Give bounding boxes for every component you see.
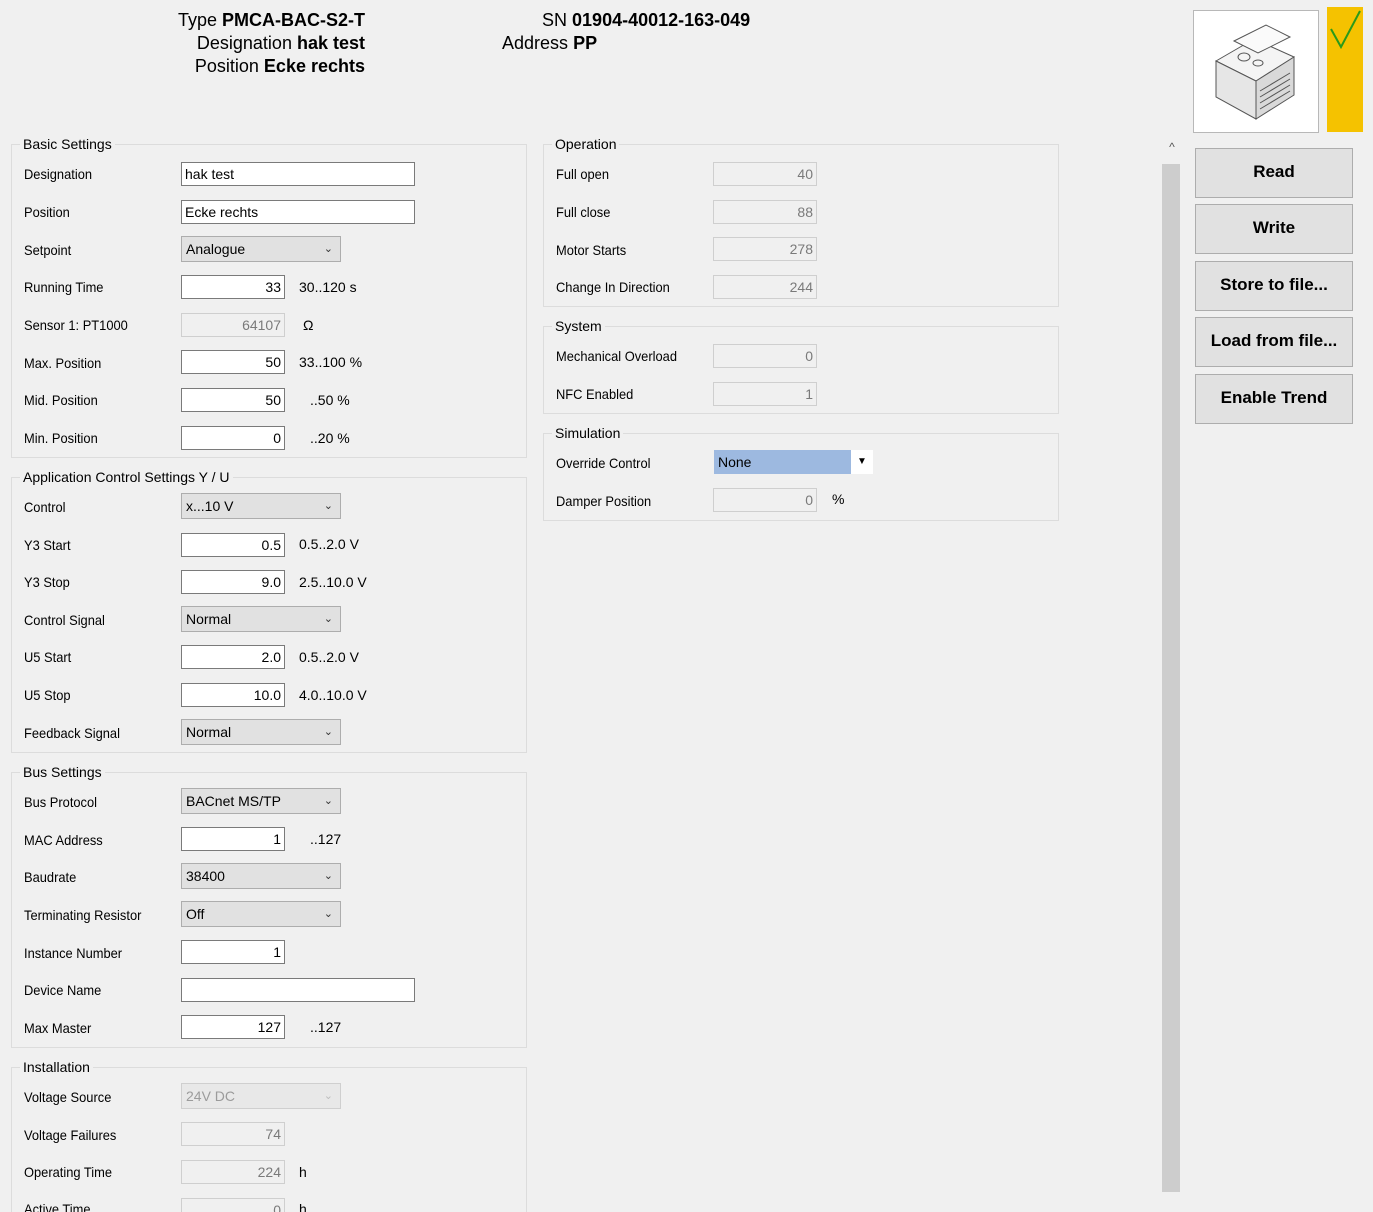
mid-position-input[interactable]: 50: [181, 388, 285, 412]
device-designation: hak test: [296, 33, 365, 53]
chevron-down-icon: ⌄: [323, 243, 333, 255]
chevron-down-icon: ⌄: [323, 870, 333, 882]
change-direction-value: 244: [713, 275, 817, 299]
bus-protocol-select[interactable]: BACnet MS/TP ⌄: [181, 788, 341, 814]
voltage-source-select: 24V DC ⌄: [181, 1083, 341, 1109]
active-time-value: 0: [181, 1198, 285, 1212]
u5-stop-input[interactable]: 10.0: [181, 683, 285, 707]
serial-number: 01904-40012-163-049: [572, 10, 751, 30]
mechanical-overload-value: 0: [713, 344, 817, 368]
operating-time-value: 224: [181, 1160, 285, 1184]
device-image: [1193, 10, 1319, 133]
chevron-down-icon: ⌄: [323, 500, 333, 512]
enable-trend-button[interactable]: Enable Trend: [1195, 374, 1353, 424]
override-control-select[interactable]: None: [714, 450, 851, 474]
position-input[interactable]: Ecke rechts: [181, 200, 415, 224]
designation-input[interactable]: hak test: [181, 162, 415, 186]
device-type: PMCA-BAC-S2-T: [222, 10, 365, 30]
nfc-enabled-value: 1: [713, 382, 817, 406]
chevron-down-icon: ⌄: [323, 613, 333, 625]
sensor-value: 64107: [181, 313, 285, 337]
max-position-input[interactable]: 50: [181, 350, 285, 374]
status-indicator: [1327, 7, 1363, 132]
terminating-resistor-select[interactable]: Off ⌄: [181, 901, 341, 927]
device-name-input[interactable]: [181, 978, 415, 1002]
scroll-up-icon[interactable]: ^: [1160, 138, 1184, 156]
load-from-file-button[interactable]: Load from file...: [1195, 317, 1353, 367]
chevron-down-icon: ⌄: [323, 908, 333, 920]
write-button[interactable]: Write: [1195, 204, 1353, 254]
scrollbar-thumb[interactable]: [1162, 164, 1180, 1192]
baudrate-select[interactable]: 38400 ⌄: [181, 863, 341, 889]
chevron-down-icon: ⌄: [323, 1090, 333, 1102]
motor-starts-value: 278: [713, 237, 817, 261]
store-to-file-button[interactable]: Store to file...: [1195, 261, 1353, 311]
chevron-down-icon: ⌄: [323, 795, 333, 807]
dropdown-arrow-icon[interactable]: ▼: [851, 450, 873, 474]
chevron-down-icon: ⌄: [323, 726, 333, 738]
device-header-right: SN 01904-40012-163-049 Address PP: [502, 10, 751, 53]
device-address: PP: [573, 33, 598, 53]
setpoint-select[interactable]: Analogue ⌄: [181, 236, 341, 262]
instance-number-input[interactable]: 1: [181, 940, 285, 964]
u5-start-input[interactable]: 2.0: [181, 645, 285, 669]
control-select[interactable]: x...10 V ⌄: [181, 493, 341, 519]
voltage-failures-value: 74: [181, 1122, 285, 1146]
device-header: Type PMCA-BAC-S2-T Designation hak test …: [177, 10, 365, 76]
max-master-input[interactable]: 127: [181, 1015, 285, 1039]
full-close-value: 88: [713, 200, 817, 224]
mac-address-input[interactable]: 1: [181, 827, 285, 851]
device-position: Ecke rechts: [263, 56, 365, 76]
y3-start-input[interactable]: 0.5: [181, 533, 285, 557]
control-signal-select[interactable]: Normal ⌄: [181, 606, 341, 632]
damper-position-value: 0: [713, 488, 817, 512]
read-button[interactable]: Read: [1195, 148, 1353, 198]
feedback-signal-select[interactable]: Normal ⌄: [181, 719, 341, 745]
checkmark-icon: [1330, 10, 1361, 50]
running-time-input[interactable]: 33: [181, 275, 285, 299]
full-open-value: 40: [713, 162, 817, 186]
min-position-input[interactable]: 0: [181, 426, 285, 450]
y3-stop-input[interactable]: 9.0: [181, 570, 285, 594]
